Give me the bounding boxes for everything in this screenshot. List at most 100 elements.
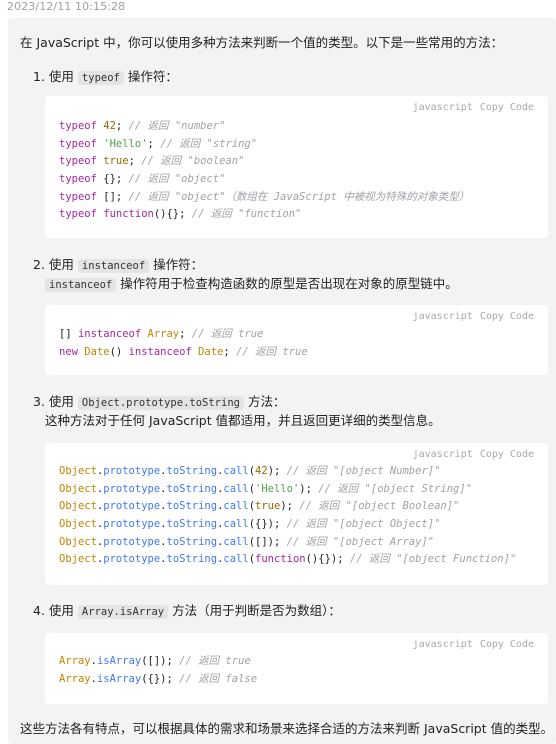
code-line: Object.prototype.toString.call(true); //… (59, 498, 516, 516)
code-line: Array.isArray({}); // 返回 false (59, 671, 257, 689)
code-token: isArray (96, 672, 142, 685)
code-token: (){}); (305, 553, 350, 566)
code-token: Object (59, 553, 97, 566)
code-token: Object (59, 482, 97, 495)
code-token: typeof (59, 208, 97, 221)
intro-text: 在 JavaScript 中，你可以使用多种方法来判断一个值的类型。以下是一些常… (20, 35, 504, 50)
code-content: Object.prototype.toString.call(42); // 返… (59, 463, 516, 569)
copy-code-button[interactable]: Copy Code (480, 311, 534, 322)
description-text: 这种方法对于任何 JavaScript 值都适用，并且返回更详细的类型信息。 (45, 413, 441, 428)
code-token: 'Hello' (255, 482, 300, 495)
code-token: call (223, 500, 249, 513)
code-line: Object.prototype.toString.call({}); // 返… (59, 516, 516, 534)
code-token: // 返回 "boolean" (141, 155, 245, 168)
code-token: // 返回 "object" (128, 173, 226, 186)
code-token: typeof (59, 137, 97, 150)
list-prefix: 使用 (48, 603, 74, 618)
code-token: // 返回 "function" (191, 208, 302, 221)
code-token: prototype (103, 465, 161, 477)
inline-code: typeof (77, 71, 124, 85)
code-line: new Date() instanceof Date; // 返回 true (59, 344, 308, 362)
code-token: typeof (59, 173, 97, 186)
code-line: Object.prototype.toString.call([]); // 返… (59, 534, 516, 552)
list-number: 4. (33, 603, 45, 618)
code-token: 'Hello' (103, 137, 148, 150)
code-token: new (59, 345, 78, 358)
copy-code-button[interactable]: Copy Code (480, 449, 534, 460)
copy-code-button[interactable]: Copy Code (480, 102, 534, 113)
code-header: javascript Copy Code (413, 311, 534, 322)
list-prefix: 使用 (48, 394, 74, 409)
code-token: Array (59, 655, 91, 667)
code-token: ); (280, 500, 300, 513)
code-token: Date (84, 345, 110, 358)
inline-code: Array.isArray (77, 605, 169, 619)
code-token: prototype (103, 553, 161, 566)
code-language-label: javascript (412, 102, 473, 113)
code-token: call (223, 482, 249, 495)
code-token: (){}; (153, 208, 192, 221)
list-item-instanceof: 2. 使用 instanceof 操作符： (33, 254, 203, 273)
code-line: [] instanceof Array; // 返回 true (59, 326, 308, 344)
code-token: call (223, 553, 249, 566)
code-line: typeof 42; // 返回 "number" (59, 118, 469, 136)
code-token: // 返回 "[object Boolean]" (299, 500, 460, 513)
code-content: typeof 42; // 返回 "number" typeof 'Hello';… (59, 118, 469, 224)
list-item-tostring: 3. 使用 Object.prototype.toString 方法： (33, 391, 285, 410)
code-token: true (103, 155, 129, 168)
code-token: // 返回 "[object Array]" (286, 535, 435, 548)
code-token: Object (59, 465, 97, 477)
code-block: javascript Copy Code [] instanceof Array… (45, 305, 548, 375)
code-token: function (103, 208, 154, 221)
code-content: Array.isArray([]); // 返回 true Array.isArr… (59, 653, 257, 688)
code-token: ([]); (141, 655, 180, 667)
list-item-isarray: 4. 使用 Array.isArray 方法（用于判断是否为数组）： (33, 600, 341, 619)
code-token: isArray (96, 655, 142, 667)
code-token: 42 (103, 120, 116, 132)
list-prefix: 使用 (48, 257, 74, 272)
code-token: prototype (103, 535, 161, 548)
code-token: Array (147, 328, 180, 340)
code-token: instanceof (77, 328, 142, 340)
code-token: [] (59, 328, 78, 340)
code-token: Object (59, 535, 97, 548)
code-token: ({}); (248, 518, 287, 531)
code-token: {}; (96, 173, 129, 186)
code-line: typeof []; // 返回 "object"（数组在 JavaScript… (59, 189, 469, 207)
code-token: typeof (59, 155, 97, 168)
code-token: Object (59, 500, 97, 513)
code-line: Object.prototype.toString.call('Hello');… (59, 481, 516, 499)
code-token: ); (267, 465, 287, 477)
code-token: true (255, 500, 281, 513)
code-line: Object.prototype.toString.call(function(… (59, 551, 516, 569)
code-token: ; (147, 137, 161, 150)
outro-text: 这些方法各有特点，可以根据具体的需求和场景来选择合适的方法来判断 JavaScr… (20, 721, 554, 736)
code-language-label: javascript (412, 449, 473, 460)
inline-code: Object.prototype.toString (77, 396, 244, 410)
code-token: // 返回 false (179, 672, 258, 685)
list-item-description: 这种方法对于任何 JavaScript 值都适用，并且返回更详细的类型信息。 (45, 410, 441, 429)
code-token: // 返回 true (236, 345, 308, 358)
code-token: // 返回 "object"（数组在 JavaScript 中被视为特殊的对象类… (128, 190, 470, 203)
code-token: // 返回 true (191, 328, 264, 340)
code-language-label: javascript (412, 639, 473, 650)
code-token: ; (115, 120, 129, 132)
code-token: ([]); (248, 535, 287, 548)
copy-code-button[interactable]: Copy Code (480, 639, 534, 650)
code-line: typeof function(){}; // 返回 "function" (59, 206, 469, 224)
code-token: ); (299, 482, 319, 495)
code-token: toString (166, 465, 218, 477)
code-header: javascript Copy Code (413, 102, 534, 113)
code-token: toString (166, 535, 218, 548)
code-block: javascript Copy Code typeof 42; // 返回 "n… (45, 96, 548, 238)
code-line: Object.prototype.toString.call(42); // 返… (59, 463, 516, 481)
list-number: 1. (33, 69, 45, 84)
code-line: typeof true; // 返回 "boolean" (59, 153, 469, 171)
code-token: ; (179, 328, 192, 340)
code-token: toString (166, 553, 218, 566)
code-token: toString (166, 482, 218, 495)
code-token: 42 (255, 465, 268, 477)
code-language-label: javascript (412, 311, 473, 322)
code-token: []; (96, 190, 129, 203)
code-token: ; (223, 345, 237, 358)
